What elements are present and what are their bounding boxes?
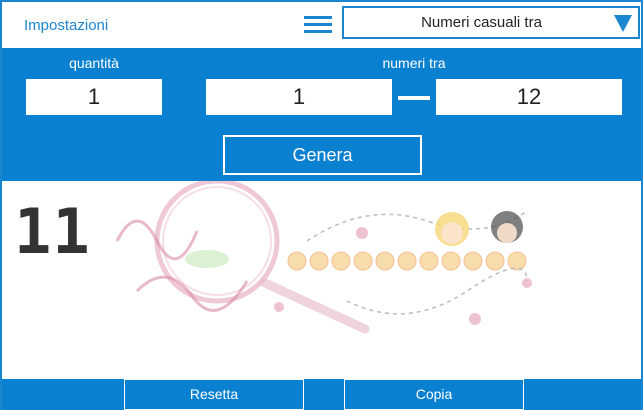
app-frame: Impostazioni Numeri casuali tra quantità… xyxy=(0,0,643,410)
copy-button[interactable]: Copia xyxy=(344,379,524,410)
range-to-input[interactable]: 12 xyxy=(436,79,622,115)
control-panel: quantità numeri tra 1 1 12 Genera xyxy=(2,48,641,181)
settings-link[interactable]: Impostazioni xyxy=(24,17,108,34)
menu-icon[interactable] xyxy=(304,16,332,34)
watermark-logo xyxy=(115,181,532,334)
result-area: 11 xyxy=(2,181,641,379)
top-bar: Impostazioni Numeri casuali tra xyxy=(2,2,641,48)
range-from-input[interactable]: 1 xyxy=(206,79,392,115)
mode-select[interactable]: Numeri casuali tra xyxy=(342,6,640,39)
bottom-bar: Resetta Copia xyxy=(2,379,641,410)
mode-select-value: Numeri casuali tra xyxy=(421,14,542,31)
reset-button[interactable]: Resetta xyxy=(124,379,304,410)
range-separator xyxy=(398,96,430,100)
generate-button[interactable]: Genera xyxy=(223,135,422,175)
quantity-label: quantità xyxy=(69,55,119,71)
result-number: 11 xyxy=(14,195,91,268)
quantity-input[interactable]: 1 xyxy=(26,79,162,115)
range-label: numeri tra xyxy=(382,55,446,71)
dropdown-arrow-icon xyxy=(614,15,632,32)
